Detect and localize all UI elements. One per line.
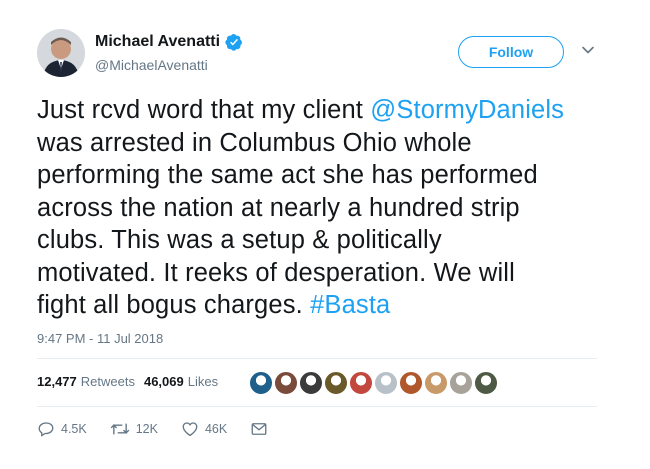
- tweet-text-segment: across the nation at nearly a hundred st…: [37, 193, 520, 222]
- verified-badge-icon: [225, 34, 243, 51]
- tweet-text-segment: Just rcvd word that my client: [37, 96, 371, 124]
- tweet-text-segment: performing the same act she has performe…: [37, 161, 538, 189]
- tweet-text-line: performing the same act she has performe…: [37, 159, 617, 192]
- reply-count: 4.5K: [61, 422, 87, 436]
- tweet-stats: 12,477 Retweets 46,069 Likes: [37, 374, 218, 389]
- like-action[interactable]: 46K: [181, 420, 227, 438]
- divider: [37, 406, 597, 407]
- follow-button[interactable]: Follow: [458, 36, 564, 68]
- tweet-text-segment: clubs. This was a setup & politically: [37, 226, 442, 254]
- tweet-text-line: motivated. It reeks of desperation. We w…: [37, 257, 617, 290]
- tweet-text-segment: was arrested in Columbus Ohio whole: [37, 128, 472, 157]
- direct-message-action[interactable]: [250, 421, 274, 437]
- liker-avatars: [249, 371, 499, 395]
- liker-avatar-1[interactable]: [249, 371, 273, 395]
- liker-avatar-9[interactable]: [449, 371, 473, 395]
- tweet-text-line: clubs. This was a setup & politically: [37, 224, 617, 257]
- reply-action[interactable]: 4.5K: [37, 420, 87, 438]
- tweet-text: Just rcvd word that my client @StormyDan…: [37, 94, 617, 322]
- author-avatar[interactable]: [37, 29, 85, 77]
- envelope-icon: [251, 423, 267, 435]
- liker-avatar-8[interactable]: [424, 371, 448, 395]
- tweet-timestamp[interactable]: 9:47 PM - 11 Jul 2018: [37, 331, 163, 346]
- tweet-text-line: fight all bogus charges. #Basta: [37, 289, 617, 322]
- liker-avatar-4[interactable]: [324, 371, 348, 395]
- hashtag-link[interactable]: #Basta: [310, 291, 390, 319]
- liker-avatar-7[interactable]: [399, 371, 423, 395]
- tweet-text-line: Just rcvd word that my client @StormyDan…: [37, 94, 617, 127]
- reply-icon: [38, 422, 54, 437]
- retweet-action[interactable]: 12K: [110, 420, 158, 438]
- likes-label[interactable]: Likes: [188, 374, 218, 389]
- liker-avatar-3[interactable]: [299, 371, 323, 395]
- author-handle[interactable]: @MichaelAvenatti: [95, 57, 208, 73]
- tweet-text-line: was arrested in Columbus Ohio whole: [37, 127, 617, 160]
- liker-avatar-5[interactable]: [349, 371, 373, 395]
- tweet-text-segment: motivated. It reeks of desperation. We w…: [37, 258, 515, 287]
- retweet-count: 12K: [135, 422, 158, 436]
- like-count: 46K: [204, 422, 228, 436]
- author-display-name[interactable]: Michael Avenatti: [95, 33, 220, 51]
- likes-count[interactable]: 46,069: [144, 374, 184, 389]
- author-name-row[interactable]: Michael Avenatti: [95, 33, 243, 51]
- liker-avatar-6[interactable]: [374, 371, 398, 395]
- divider: [37, 358, 597, 359]
- heart-icon: [182, 422, 198, 437]
- liker-avatar-10[interactable]: [474, 371, 498, 395]
- retweets-label[interactable]: Retweets: [81, 374, 135, 389]
- liker-avatar-2[interactable]: [274, 371, 298, 395]
- retweet-icon: [110, 423, 130, 435]
- retweets-count[interactable]: 12,477: [37, 374, 77, 389]
- tweet-text-line: across the nation at nearly a hundred st…: [37, 192, 617, 225]
- mention-link[interactable]: @StormyDaniels: [370, 96, 564, 124]
- chevron-down-icon[interactable]: [580, 42, 596, 58]
- tweet-actions: 4.5K 12K 46K: [37, 420, 297, 438]
- tweet-text-segment: fight all bogus charges.: [37, 291, 311, 319]
